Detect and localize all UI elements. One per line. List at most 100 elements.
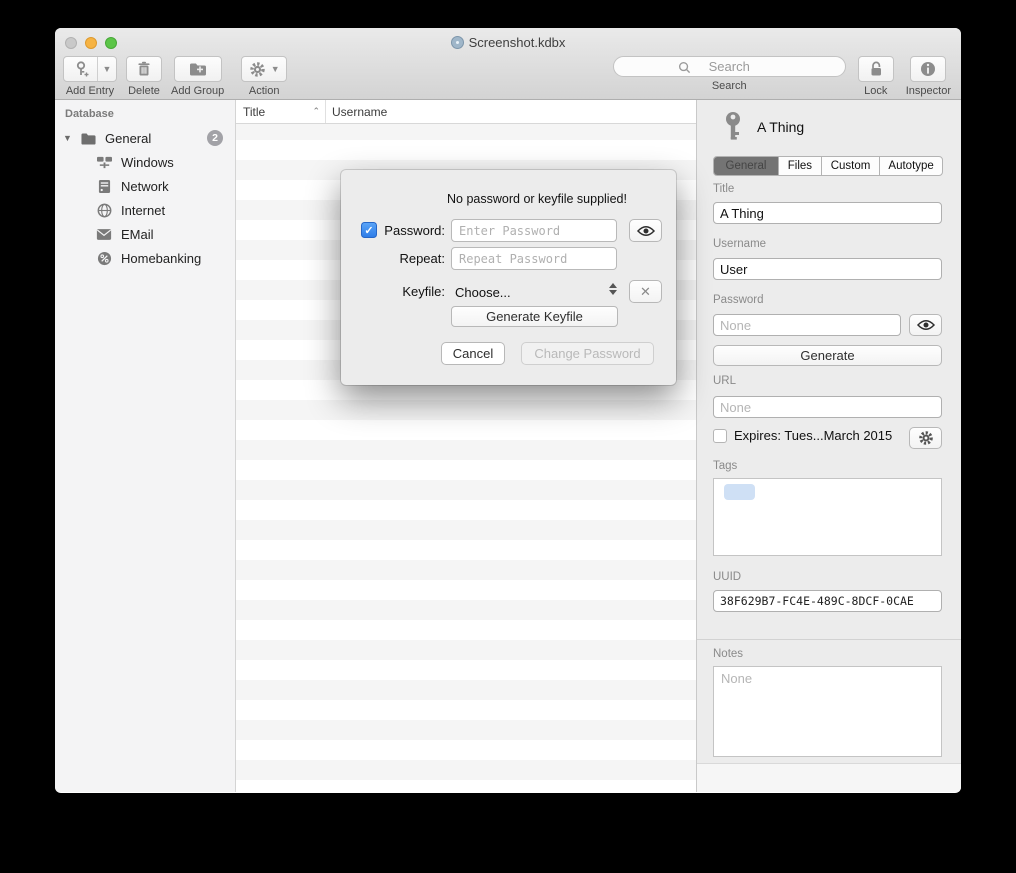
stepper-arrows-icon[interactable]: [609, 283, 617, 295]
title-field-label: Title: [713, 183, 734, 195]
tag-pill[interactable]: [724, 484, 755, 500]
sidebar-item-windows[interactable]: Windows: [55, 150, 235, 174]
table-header: Title ⌃ Username: [236, 100, 696, 124]
sidebar-item-label: Network: [121, 179, 169, 194]
dialog-password-input[interactable]: [451, 219, 617, 242]
add-group-label: Add Group: [171, 85, 224, 97]
inspector-tabs: General Files Custom Autotype: [713, 156, 943, 176]
add-entry-dropdown-arrow[interactable]: ▼: [98, 57, 116, 81]
lock-button[interactable]: [858, 56, 894, 82]
tab-custom[interactable]: Custom: [822, 157, 880, 175]
window-title: Screenshot.kdbx: [469, 35, 566, 50]
title-input[interactable]: [713, 202, 942, 224]
key-icon: [722, 111, 744, 143]
column-title-label: Title: [243, 105, 265, 119]
url-input[interactable]: [713, 396, 942, 418]
sort-ascending-icon: ⌃: [312, 106, 320, 117]
sidebar-section-header: Database: [65, 108, 114, 120]
url-field-label: URL: [713, 375, 736, 387]
dialog-keyfile-label: Keyfile:: [359, 281, 445, 303]
inspector-panel: A Thing General Files Custom Autotype Ti…: [696, 100, 961, 792]
windows-network-icon: [95, 155, 113, 170]
column-header-title[interactable]: Title ⌃: [236, 100, 326, 123]
change-password-dialog: No password or keyfile supplied! ✓ Passw…: [341, 170, 676, 385]
entry-title: A Thing: [757, 119, 804, 135]
disclosure-triangle-icon[interactable]: ▼: [63, 133, 73, 143]
keyfile-dropdown[interactable]: Choose...: [455, 281, 605, 303]
dialog-repeat-input[interactable]: [451, 247, 617, 270]
keyfile-dropdown-value: Choose...: [455, 285, 511, 300]
sidebar-item-network[interactable]: Network: [55, 174, 235, 198]
gear-icon: [918, 430, 934, 446]
password-input[interactable]: [713, 314, 901, 336]
tab-autotype[interactable]: Autotype: [880, 157, 942, 175]
clear-keyfile-button[interactable]: ✕: [629, 280, 662, 303]
sidebar: Database ▼ General 2 Windows Networ: [55, 100, 236, 792]
inspector-button[interactable]: [910, 56, 946, 82]
reveal-password-button[interactable]: [909, 314, 942, 336]
lock-open-icon: [867, 60, 885, 78]
inspector-footer: [697, 763, 961, 792]
titlebar: Screenshot.kdbx ▼ Add Entry Delete: [55, 28, 961, 100]
section-divider: [697, 639, 961, 640]
entry-count-badge: 2: [207, 130, 223, 146]
add-group-button[interactable]: [174, 56, 222, 82]
delete-button[interactable]: [126, 56, 162, 82]
notes-textarea[interactable]: [713, 666, 942, 757]
notes-field-label: Notes: [713, 648, 743, 660]
lock-label: Lock: [864, 85, 887, 97]
search-field[interactable]: [613, 56, 846, 77]
trash-icon: [135, 60, 153, 78]
action-label: Action: [249, 85, 280, 97]
expires-checkbox[interactable]: [713, 429, 727, 443]
sidebar-item-label: Internet: [121, 203, 165, 218]
expires-label: Expires: Tues...March 2015: [734, 428, 892, 443]
sidebar-item-label: Homebanking: [121, 251, 201, 266]
password-field-label: Password: [713, 294, 764, 306]
column-header-username[interactable]: Username: [326, 100, 696, 123]
uuid-field-label: UUID: [713, 571, 741, 583]
app-window: Screenshot.kdbx ▼ Add Entry Delete: [55, 28, 961, 793]
inspector-label: Inspector: [906, 85, 951, 97]
server-icon: [95, 179, 113, 194]
uuid-value: 38F629B7-FC4E-489C-8DCF-0CAE: [713, 590, 942, 612]
sidebar-item-email[interactable]: EMail: [55, 222, 235, 246]
username-field-label: Username: [713, 238, 766, 250]
tags-box[interactable]: [713, 478, 942, 556]
expires-settings-button[interactable]: [909, 427, 942, 449]
gear-icon: [249, 61, 266, 78]
change-password-button[interactable]: Change Password: [521, 342, 654, 365]
globe-icon: [95, 203, 113, 218]
tags-field-label: Tags: [713, 460, 737, 472]
eye-icon: [637, 225, 655, 237]
generate-keyfile-button[interactable]: Generate Keyfile: [451, 306, 618, 327]
key-plus-icon[interactable]: [64, 57, 98, 81]
search-label: Search: [712, 80, 747, 92]
dialog-reveal-password-button[interactable]: [629, 219, 662, 242]
window-title-area: Screenshot.kdbx: [55, 35, 961, 50]
dialog-password-label: Password:: [359, 220, 445, 242]
add-entry-button[interactable]: ▼: [63, 56, 117, 82]
action-button[interactable]: ▼: [241, 56, 287, 82]
sidebar-item-label: General: [105, 131, 151, 146]
sidebar-item-homebanking[interactable]: Homebanking: [55, 246, 235, 270]
envelope-icon: [95, 228, 113, 241]
generate-password-button[interactable]: Generate: [713, 345, 942, 366]
search-input[interactable]: [614, 57, 845, 76]
add-entry-label: Add Entry: [66, 85, 114, 97]
eye-icon: [917, 319, 935, 331]
folder-icon: [79, 131, 97, 146]
percent-icon: [95, 251, 113, 266]
cancel-button[interactable]: Cancel: [441, 342, 505, 365]
sidebar-item-label: Windows: [121, 155, 174, 170]
tab-general[interactable]: General: [714, 157, 779, 175]
username-input[interactable]: [713, 258, 942, 280]
action-dropdown-arrow: ▼: [271, 64, 280, 74]
tab-files[interactable]: Files: [779, 157, 822, 175]
expires-row: Expires: Tues...March 2015: [713, 428, 892, 443]
column-username-label: Username: [332, 105, 387, 119]
sidebar-item-general[interactable]: ▼ General 2: [55, 126, 235, 150]
sidebar-item-internet[interactable]: Internet: [55, 198, 235, 222]
folder-plus-icon: [188, 60, 208, 78]
document-icon[interactable]: [451, 36, 464, 49]
